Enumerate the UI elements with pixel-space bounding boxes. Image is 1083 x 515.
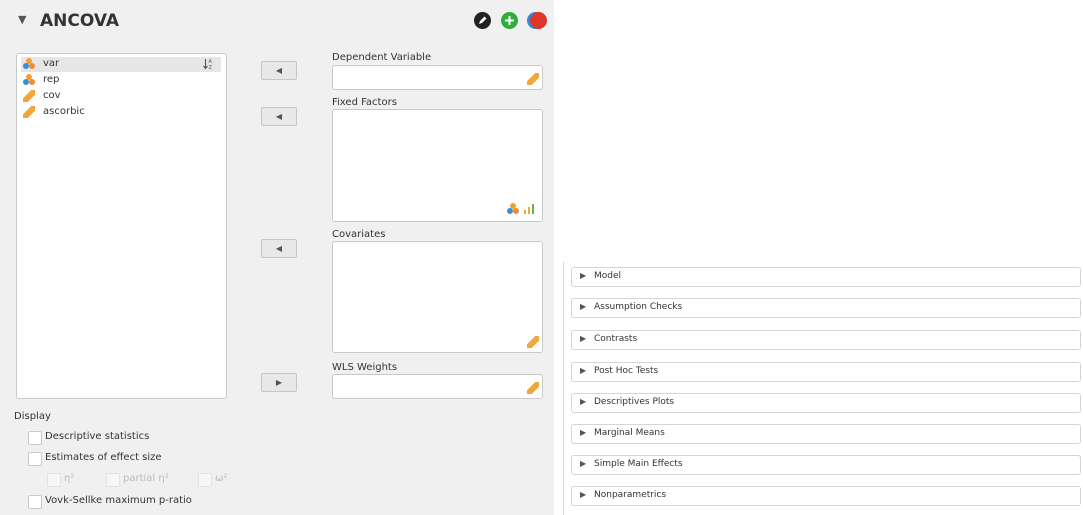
svg-text:Z: Z	[209, 65, 213, 70]
collapse-toggle-icon[interactable]: ▼	[18, 13, 26, 26]
variable-item-var[interactable]: var	[21, 57, 221, 72]
expand-arrow-icon: ▶	[580, 397, 587, 406]
display-section-label: Display	[14, 411, 51, 422]
continuous-variable-icon	[23, 90, 35, 102]
variable-label: cov	[43, 90, 61, 101]
section-label: Model	[594, 271, 622, 281]
continuous-variable-icon	[527, 336, 539, 348]
section-post-hoc-tests[interactable]: ▶ Post Hoc Tests	[571, 362, 1081, 382]
expand-arrow-icon: ▶	[580, 302, 587, 311]
section-nonparametrics[interactable]: ▶ Nonparametrics	[571, 486, 1081, 506]
variable-list[interactable]: var rep cov ascorbic	[16, 53, 227, 399]
section-descriptives-plots[interactable]: ▶ Descriptives Plots	[571, 393, 1081, 413]
dependent-variable-box[interactable]	[332, 65, 543, 90]
ordinal-variable-icon	[523, 202, 536, 217]
continuous-variable-icon	[527, 382, 539, 394]
variable-item-cov[interactable]: cov	[21, 89, 221, 104]
descriptive-statistics-checkbox[interactable]	[28, 431, 42, 445]
wls-weights-label: WLS Weights	[332, 362, 398, 373]
expand-arrow-icon: ▶	[580, 334, 587, 343]
eta-squared-label: η²	[64, 473, 75, 484]
effect-size-checkbox[interactable]	[28, 452, 42, 466]
expand-arrow-icon: ▶	[580, 271, 587, 280]
nominal-variable-icon	[23, 58, 35, 70]
vovk-sellke-label: Vovk-Sellke maximum p-ratio	[45, 495, 192, 506]
section-label: Marginal Means	[594, 428, 665, 438]
options-panel: ▼ ANCOVA var rep cov ascorbic AZ ◀ ◀ ◀ ▶…	[0, 0, 554, 515]
move-from-wls-weights-button[interactable]: ▶	[261, 373, 297, 392]
expand-arrow-icon: ▶	[580, 459, 587, 468]
add-icon[interactable]	[501, 12, 518, 29]
variable-label: rep	[43, 74, 60, 85]
nominal-variable-icon	[23, 74, 35, 86]
section-marginal-means[interactable]: ▶ Marginal Means	[571, 424, 1081, 444]
section-label: Simple Main Effects	[594, 459, 683, 469]
eta-squared-checkbox[interactable]	[47, 473, 61, 487]
omega-squared-label: ω²	[215, 473, 228, 484]
expand-arrow-icon: ▶	[580, 366, 587, 375]
descriptive-statistics-label: Descriptive statistics	[45, 431, 150, 442]
expand-arrow-icon: ▶	[580, 428, 587, 437]
covariates-box[interactable]	[332, 241, 543, 353]
move-to-dependent-button[interactable]: ◀	[261, 61, 297, 80]
fixed-factors-label: Fixed Factors	[332, 97, 397, 108]
variable-item-rep[interactable]: rep	[21, 73, 221, 88]
continuous-variable-icon	[23, 106, 35, 118]
section-assumption-checks[interactable]: ▶ Assumption Checks	[571, 298, 1081, 318]
move-to-fixed-factors-button[interactable]: ◀	[261, 107, 297, 126]
dependent-variable-label: Dependent Variable	[332, 52, 432, 63]
section-simple-main-effects[interactable]: ▶ Simple Main Effects	[571, 455, 1081, 475]
sort-icon[interactable]: AZ	[203, 58, 213, 72]
variable-item-ascorbic[interactable]: ascorbic	[21, 105, 221, 120]
section-model[interactable]: ▶ Model	[571, 267, 1081, 287]
covariates-label: Covariates	[332, 229, 386, 240]
partial-eta-squared-checkbox[interactable]	[106, 473, 120, 487]
analysis-title[interactable]: ANCOVA	[40, 11, 119, 31]
section-label: Nonparametrics	[594, 490, 667, 500]
variable-label: ascorbic	[43, 106, 85, 117]
omega-squared-checkbox[interactable]	[198, 473, 212, 487]
section-contrasts[interactable]: ▶ Contrasts	[571, 330, 1081, 350]
section-label: Descriptives Plots	[594, 397, 675, 407]
fixed-factors-box[interactable]	[332, 109, 543, 222]
partial-eta-squared-label: partial η²	[123, 473, 169, 484]
section-label: Post Hoc Tests	[594, 366, 659, 376]
wls-weights-box[interactable]	[332, 374, 543, 399]
edit-icon[interactable]	[474, 12, 491, 29]
section-label: Contrasts	[594, 334, 638, 344]
vovk-sellke-checkbox[interactable]	[28, 495, 42, 509]
move-to-covariates-button[interactable]: ◀	[261, 239, 297, 258]
continuous-variable-icon	[527, 73, 539, 85]
close-icon[interactable]	[530, 12, 547, 29]
section-label: Assumption Checks	[594, 302, 683, 312]
variable-label: var	[43, 58, 60, 69]
effect-size-label: Estimates of effect size	[45, 452, 162, 463]
expand-arrow-icon: ▶	[580, 490, 587, 499]
